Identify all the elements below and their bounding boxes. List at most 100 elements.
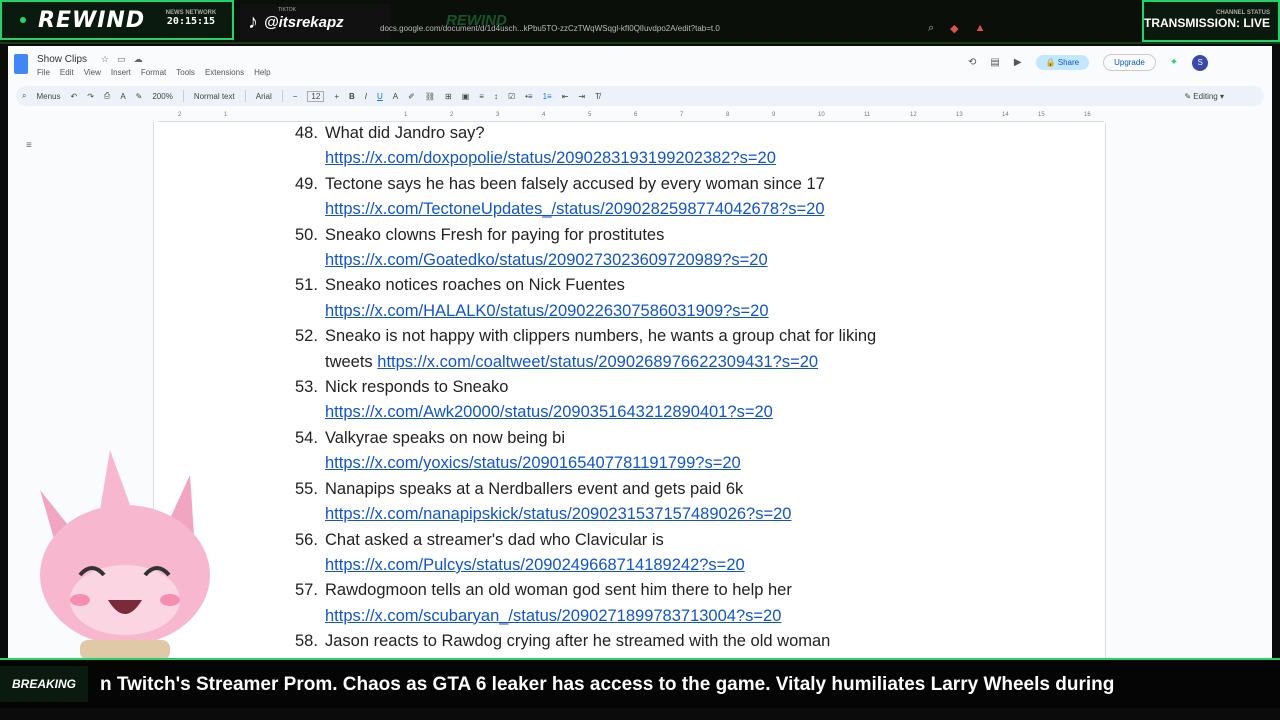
font-size-input[interactable]: 12 [307,90,325,102]
item-text: Valkyrae speaks on now being bi [325,428,566,447]
list-item-link-row: https://x.com/TectoneUpdates_/status/209… [295,197,995,222]
italic-icon[interactable]: I [365,92,367,101]
decrease-indent-icon[interactable]: ⇤ [562,92,569,101]
ruler-tick: 13 [956,112,963,118]
clip-link[interactable]: https://x.com/scubaryan_/status/20902718… [325,607,781,625]
address-bar[interactable]: docs.google.com/document/d/1d4usch...kPb… [380,24,720,33]
clip-link[interactable]: https://x.com/Goatedko/status/2090273023… [325,251,768,269]
zoom-icon[interactable]: ⌕ [928,22,934,35]
menu-extensions[interactable]: Extensions [205,68,244,77]
text-color-icon[interactable]: A [393,92,398,101]
share-button[interactable]: 🔒 Share [1035,55,1090,70]
item-text: Sneako is not happy with clippers number… [325,327,877,346]
list-item-link-row: tweets https://x.com/coaltweet/status/20… [295,350,995,375]
item-number: 57. [295,581,318,600]
list-item: 49. Tectone says he has been falsely accu… [295,172,995,197]
ruler-tick: 1 [404,112,408,118]
print-icon[interactable]: ⎙ [104,91,110,101]
bulleted-list-icon[interactable]: •≡ [525,92,532,101]
list-item: 52. Sneako is not happy with clippers num… [295,324,995,349]
alert-icon[interactable]: ▲ [975,22,986,35]
undo-icon[interactable]: ↶ [71,92,78,101]
style-select[interactable]: Normal text [194,92,235,101]
comment-icon[interactable]: ▤ [990,57,999,68]
move-folder-icon[interactable]: ▭ [117,54,126,65]
spellcheck-icon[interactable]: A [120,92,125,101]
cloud-status-icon[interactable]: ☁ [134,54,143,65]
menu-view[interactable]: View [84,68,101,77]
menu-file[interactable]: File [37,68,50,77]
menu-edit[interactable]: Edit [60,68,74,77]
menu-format[interactable]: Format [141,68,166,77]
share-label: Share [1057,58,1080,67]
menu-insert[interactable]: Insert [111,68,131,77]
clip-link[interactable]: https://x.com/Pulcys/status/209024966871… [325,556,745,574]
clip-link[interactable]: https://x.com/yoxics/status/209016540778… [325,454,741,472]
tiktok-handle-box: ♪ TIKTOK @itsrekapz [240,4,390,40]
list-item-link-row: https://x.com/Awk20000/status/2090351643… [295,400,995,425]
toolbar-divider [244,90,246,102]
paint-format-icon[interactable]: ✎ [136,92,143,101]
clip-link[interactable]: https://x.com/TectoneUpdates_/status/209… [325,200,825,218]
item-number: 48. [295,124,318,142]
document-outline-icon[interactable]: ≡ [26,140,32,151]
list-item: 53. Nick responds to Sneako [295,375,995,400]
item-number: 52. [295,327,318,346]
search-menus-icon[interactable]: ⌕ [22,91,26,101]
font-select[interactable]: Arial [256,92,272,101]
docs-logo-icon[interactable] [14,54,28,74]
insert-image-icon[interactable]: ▣ [462,92,470,101]
toolbar-divider [182,90,184,102]
avatar[interactable]: S [1192,54,1209,71]
clip-link[interactable]: https://x.com/nanapipskick/status/209023… [325,505,791,523]
mascot-right-cheek [160,594,180,606]
zoom-select[interactable]: 200% [152,92,172,101]
clip-link[interactable]: https://x.com/coaltweet/status/209026897… [377,353,818,371]
item-number: 58. [295,632,318,651]
ruler-tick: 16 [1084,112,1091,118]
clip-link[interactable]: https://x.com/doxpopolie/status/20902831… [325,149,776,167]
redo-icon[interactable]: ↷ [87,92,94,101]
clip-link[interactable]: https://x.com/HALALK0/status/20902263075… [325,302,769,320]
bold-icon[interactable]: B [349,92,355,101]
history-icon[interactable]: ⟲ [968,57,976,68]
ruler-tick: 11 [864,112,871,118]
star-icon[interactable]: ☆ [101,54,109,65]
meet-icon[interactable]: ▶ [1014,57,1022,68]
list-item: 48. What did Jandro say? [295,121,995,146]
list-item-link-row: https://x.com/scubaryan_/status/20902718… [295,604,995,629]
editing-mode-select[interactable]: ✎ Editing ▾ [1184,92,1224,101]
ruler-tick: 7 [680,112,684,118]
gemini-icon[interactable]: ✦ [1170,57,1178,68]
ruler-tick: 2 [450,112,454,118]
tiktok-handle: @itsrekapz [264,13,344,31]
line-spacing-icon[interactable]: ↕ [494,92,498,101]
menu-tools[interactable]: Tools [176,68,195,77]
item-text: Nanapips speaks at a Nerdballers event a… [325,479,744,498]
increase-indent-icon[interactable]: ⇥ [578,92,585,101]
add-comment-icon[interactable]: ⊞ [445,92,452,101]
align-icon[interactable]: ≡ [479,92,484,101]
item-text: Rawdogmoon tells an old woman god sent h… [325,581,792,600]
font-size-increase-icon[interactable]: + [334,92,339,101]
extension-icon[interactable]: ◆ [950,22,958,35]
upgrade-button[interactable]: Upgrade [1103,54,1156,71]
menus-search[interactable]: Menus [36,92,60,101]
clear-format-icon[interactable]: T̸ [595,92,600,101]
clip-link[interactable]: https://x.com/Awk20000/status/2090351643… [325,403,773,421]
item-text: Jason reacts to Rawdog crying after he s… [325,632,831,651]
live-dot-icon [20,17,26,23]
document-title[interactable]: Show Clips [37,54,87,65]
checklist-icon[interactable]: ☑ [508,92,515,101]
font-size-decrease-icon[interactable]: − [293,92,298,101]
link-icon[interactable]: ⛓ [425,92,435,101]
toolbar-divider [281,90,283,102]
tiktok-label: TIKTOK [278,7,296,13]
underline-icon[interactable]: U [377,92,383,101]
list-item-link-row: https://x.com/Pulcys/status/209024966871… [295,553,995,578]
highlight-icon[interactable]: ✐ [408,92,415,101]
numbered-list-icon[interactable]: 1≡ [543,92,552,101]
ruler-tick: 1 [224,112,228,118]
menu-help[interactable]: Help [254,68,270,77]
ruler-tick: 12 [910,112,917,118]
